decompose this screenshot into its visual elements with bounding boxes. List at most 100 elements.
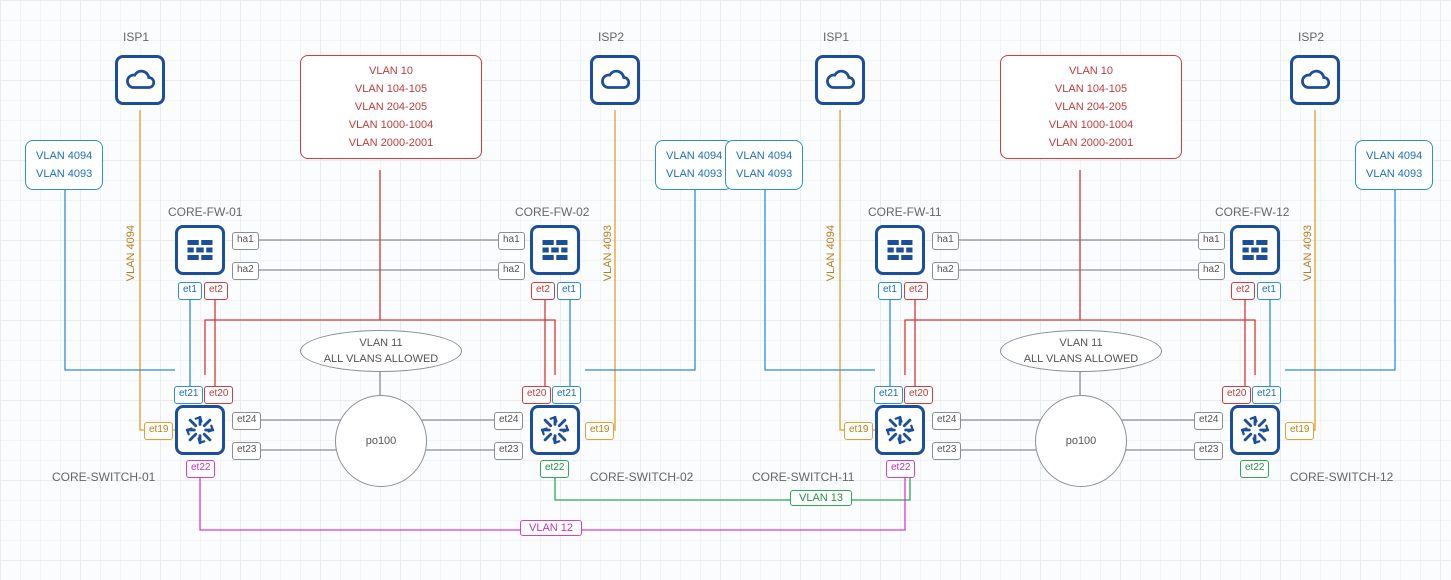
switch-left2-label: CORE-SWITCH-11 [752,470,854,484]
isp2b-node[interactable] [1290,55,1340,105]
isp1-label: ISP1 [123,30,149,44]
port-et24[interactable]: et24 [494,412,523,430]
uplink-vlan-left: VLAN 4094 [125,225,137,281]
uplink-vlan-left-b: VLAN 4094 [825,225,837,281]
port-et20[interactable]: et20 [204,386,233,404]
port-et20[interactable]: et20 [522,386,551,404]
port-et21[interactable]: et21 [174,386,203,404]
port-et21[interactable]: et21 [1252,386,1281,404]
fw-right-label: CORE-FW-02 [515,205,589,219]
port-et2[interactable]: et2 [904,282,928,300]
peer-vlan-right-b[interactable]: VLAN 4094 VLAN 4093 [1355,140,1433,190]
port-ha2[interactable]: ha2 [1198,262,1225,280]
port-et19[interactable]: et19 [1285,422,1314,440]
switch-right-label: CORE-SWITCH-02 [590,470,693,484]
switch-left-label: CORE-SWITCH-01 [52,470,155,484]
trunk-line1: VLAN 11 [359,335,402,351]
isp1-node[interactable] [115,55,165,105]
downlink-vlans-b[interactable]: VLAN 10 VLAN 104-105 VLAN 204-205 VLAN 1… [1000,55,1182,159]
vlan-line: VLAN 204-205 [1011,98,1171,116]
peer-vlan-left-b[interactable]: VLAN 4094 VLAN 4093 [725,140,803,190]
port-et23[interactable]: et23 [1194,442,1223,460]
port-et22[interactable]: et22 [540,460,569,478]
port-et21[interactable]: et21 [552,386,581,404]
vlan-line: VLAN 10 [311,62,471,80]
port-et1[interactable]: et1 [557,282,581,300]
port-et24[interactable]: et24 [1194,412,1223,430]
cloud-icon [125,65,155,95]
port-et20[interactable]: et20 [904,386,933,404]
port-et2[interactable]: et2 [204,282,228,300]
port-et22[interactable]: et22 [186,460,215,478]
port-et22[interactable]: et22 [886,460,915,478]
port-ha1[interactable]: ha1 [498,232,525,250]
isp1b-label: ISP1 [823,30,849,44]
firewall-icon [885,235,915,265]
uplink-vlan-right-b: VLAN 4093 [1302,225,1314,281]
trunk-line2: ALL VLANS ALLOWED [324,351,439,367]
port-ha2[interactable]: ha2 [498,262,525,280]
firewall-icon [1240,235,1270,265]
port-et2[interactable]: et2 [1231,282,1255,300]
link-vlan13[interactable]: VLAN 13 [790,490,852,506]
switch-left[interactable] [175,405,225,455]
peer-line2: VLAN 4093 [1366,165,1422,183]
peer-line1: VLAN 4094 [1366,147,1422,165]
link-vlan12[interactable]: VLAN 12 [520,520,582,536]
po-label: po100 [366,433,397,449]
trunk-label: VLAN 11 ALL VLANS ALLOWED [300,330,462,372]
switch-icon [883,413,917,447]
switch-right2[interactable] [1230,405,1280,455]
vlan-line: VLAN 204-205 [311,98,471,116]
trunk-label-b: VLAN 11 ALL VLANS ALLOWED [1000,330,1162,372]
switch-right2-label: CORE-SWITCH-12 [1290,470,1393,484]
port-channel[interactable]: po100 [335,395,427,487]
port-et1[interactable]: et1 [1257,282,1281,300]
fw-right[interactable] [530,225,580,275]
port-et22[interactable]: et22 [1240,460,1269,478]
vlan-line: VLAN 2000-2001 [311,134,471,152]
fw-left[interactable] [175,225,225,275]
port-et19[interactable]: et19 [585,422,614,440]
vlan-line: VLAN 104-105 [1011,80,1171,98]
cloud-icon [1300,65,1330,95]
port-et24[interactable]: et24 [232,412,261,430]
cloud-icon [600,65,630,95]
port-et19[interactable]: et19 [144,422,173,440]
fw-left-label: CORE-FW-01 [168,205,242,219]
peer-vlan-left[interactable]: VLAN 4094 VLAN 4093 [25,140,103,190]
port-ha1[interactable]: ha1 [1198,232,1225,250]
port-ha1[interactable]: ha1 [932,232,959,250]
port-et20[interactable]: et20 [1222,386,1251,404]
port-et1[interactable]: et1 [178,282,202,300]
peer-line1: VLAN 4094 [666,147,722,165]
port-et24[interactable]: et24 [932,412,961,430]
port-ha2[interactable]: ha2 [932,262,959,280]
fw-right2-label: CORE-FW-12 [1215,205,1289,219]
fw-right2[interactable] [1230,225,1280,275]
isp1b-node[interactable] [815,55,865,105]
vlan-line: VLAN 104-105 [311,80,471,98]
port-et2[interactable]: et2 [531,282,555,300]
isp2-label: ISP2 [598,30,624,44]
vlan-line: VLAN 1000-1004 [1011,116,1171,134]
downlink-vlans[interactable]: VLAN 10 VLAN 104-105 VLAN 204-205 VLAN 1… [300,55,482,159]
uplink-vlan-right: VLAN 4093 [602,225,614,281]
port-et21[interactable]: et21 [874,386,903,404]
switch-right[interactable] [530,405,580,455]
fw-left2[interactable] [875,225,925,275]
firewall-icon [540,235,570,265]
port-et23[interactable]: et23 [232,442,261,460]
port-channel-b[interactable]: po100 [1035,395,1127,487]
port-et1[interactable]: et1 [878,282,902,300]
vlan-line: VLAN 1000-1004 [311,116,471,134]
port-et23[interactable]: et23 [494,442,523,460]
port-ha2[interactable]: ha2 [232,262,259,280]
port-et19[interactable]: et19 [844,422,873,440]
peer-vlan-right[interactable]: VLAN 4094 VLAN 4093 [655,140,733,190]
cloud-icon [825,65,855,95]
switch-left2[interactable] [875,405,925,455]
port-et23[interactable]: et23 [932,442,961,460]
isp2-node[interactable] [590,55,640,105]
port-ha1[interactable]: ha1 [232,232,259,250]
